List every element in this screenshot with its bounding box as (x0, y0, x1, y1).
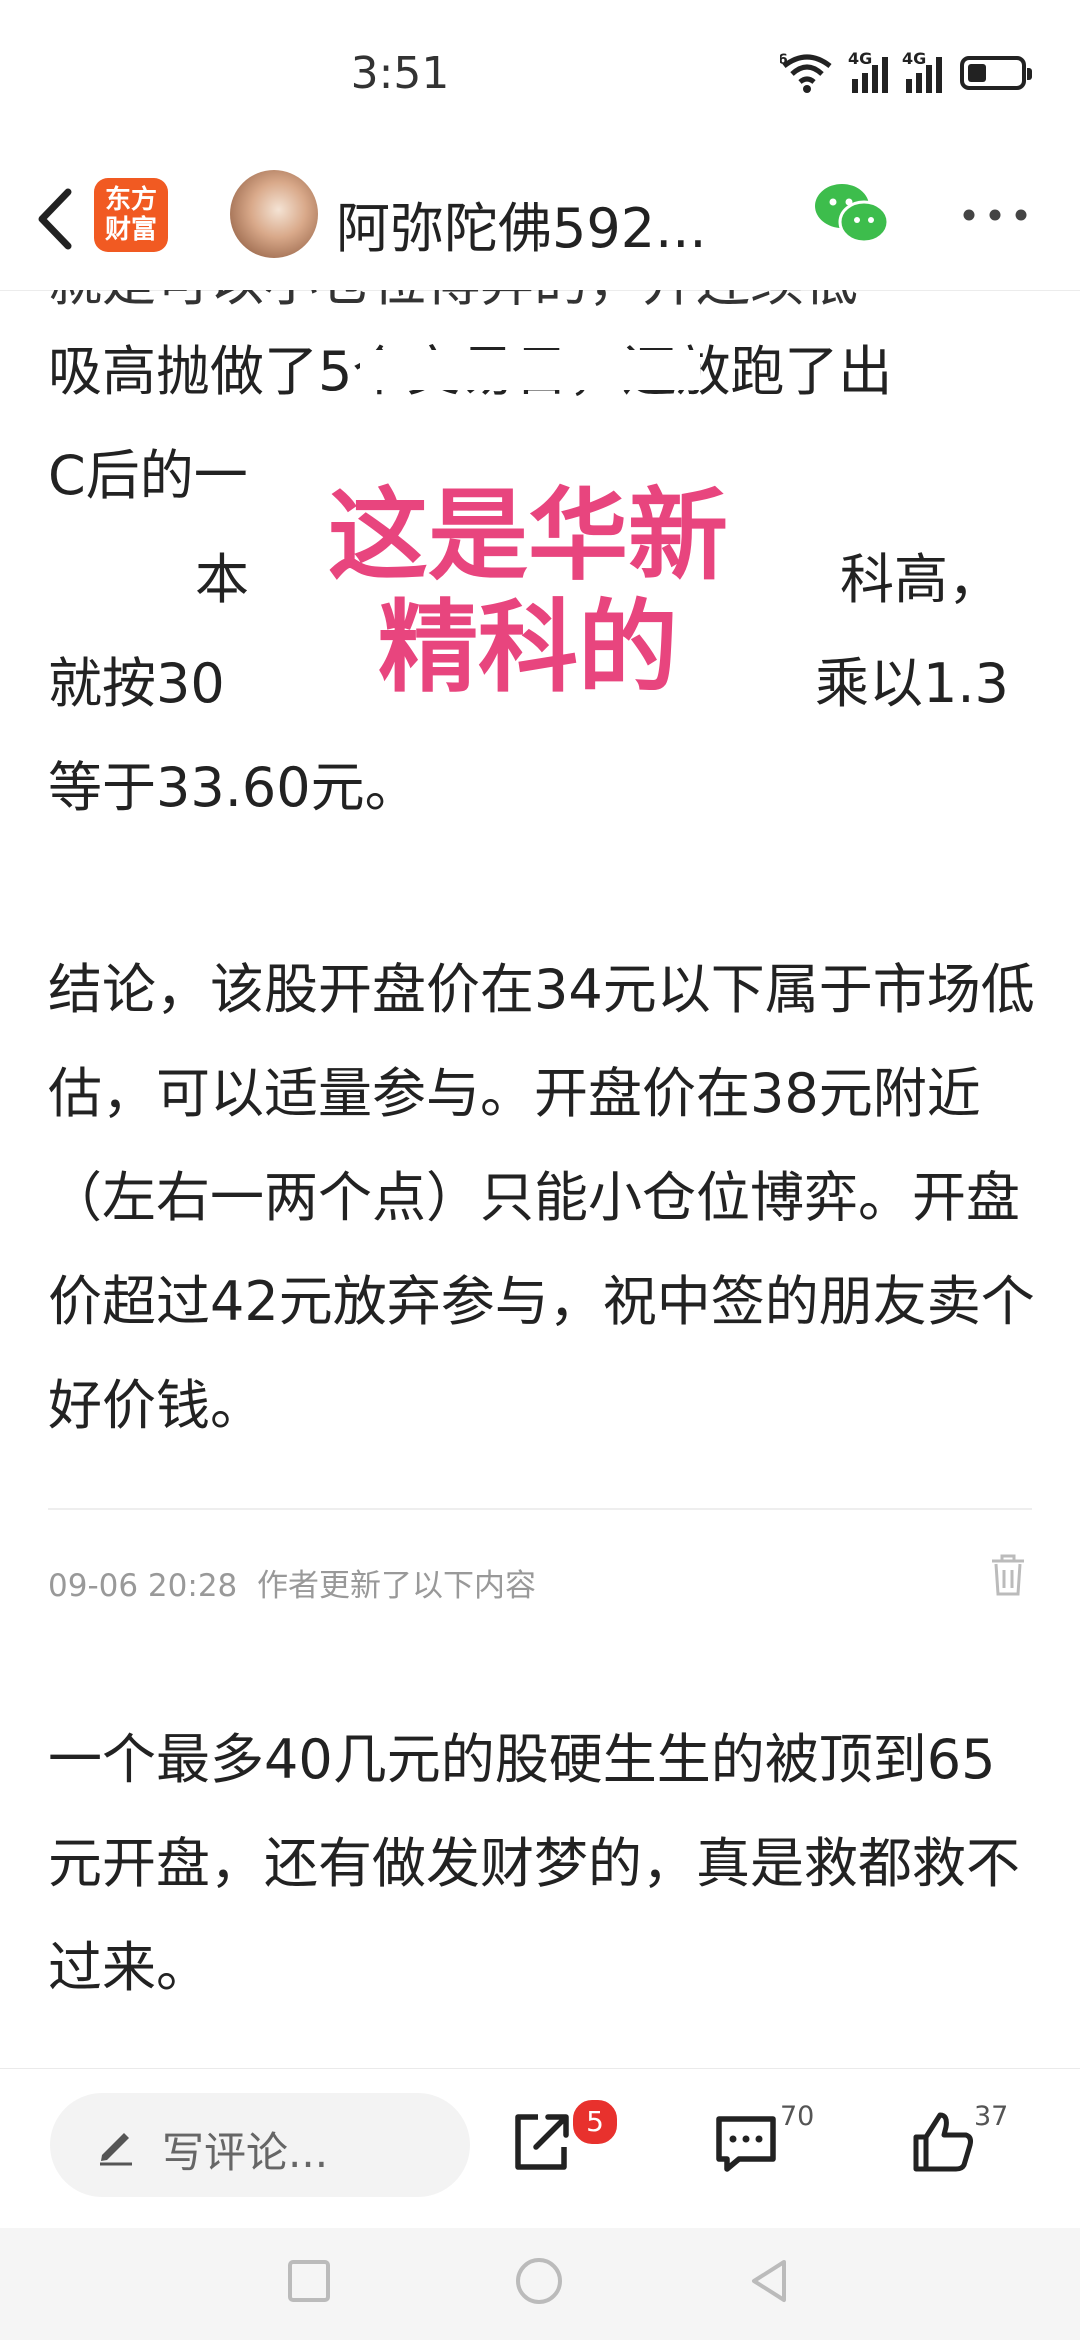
update-time: 09-06 20:28 (48, 1568, 238, 1604)
update-note: 作者更新了以下内容 (257, 1568, 536, 1604)
wifi-icon: 6 (780, 52, 832, 93)
recents-button[interactable] (284, 2256, 334, 2306)
article-line-4b: 乘以1.3 (815, 652, 1009, 715)
like-count: 37 (974, 2101, 1009, 2132)
pencil-icon (100, 2133, 132, 2166)
like-icon[interactable] (910, 2109, 976, 2175)
home-button[interactable] (514, 2256, 564, 2306)
signal-icon-sim2: 4G (902, 49, 942, 93)
battery-icon (960, 56, 1032, 90)
status-time: 3:51 (350, 48, 450, 99)
app-logo[interactable]: 东方 财富 (94, 178, 168, 252)
back-button[interactable] (26, 184, 86, 254)
overlay-mask-top (360, 350, 700, 390)
article-line-4a: 就按30 (48, 652, 225, 715)
article-line-3a: 本 (195, 548, 249, 611)
top-app-bar: 东方 财富 阿弥陀佛592... (0, 150, 1080, 291)
status-icons: 6 4G 4G (780, 49, 1032, 94)
comment-input[interactable]: 写评论... (50, 2093, 470, 2197)
system-nav-bar (0, 2228, 1080, 2340)
article-line-3b: 科高， (840, 548, 1002, 611)
overlay-annotation: 这是华新精科的 (328, 477, 728, 706)
svg-text:6: 6 (780, 52, 788, 68)
battery-level (968, 64, 986, 82)
trash-icon[interactable] (988, 1552, 1028, 1598)
share-badge: 5 (570, 2097, 620, 2147)
app-logo-line1: 东方 (104, 185, 157, 215)
author-name[interactable]: 阿弥陀佛592... (336, 184, 736, 263)
author-avatar[interactable] (230, 170, 318, 258)
article-line-5: 等于33.60元。 (48, 756, 419, 819)
conclusion-paragraph: 结论，该股开盘价在34元以下属于市场低估，可以适量参与。开盘价在38元附近（左右… (48, 958, 1035, 1437)
share-icon[interactable] (508, 2109, 574, 2175)
comment-icon[interactable] (713, 2109, 779, 2175)
app-logo-line2: 财富 (104, 215, 157, 245)
signal-icon-sim1: 4G (848, 49, 888, 93)
update-paragraph: 一个最多40几元的股硬生生的被顶到65元开盘，还有做发财梦的，真是救都救不过来。 (48, 1728, 1020, 1999)
article-body: 就是可以小仓位博弈的，并连续低 吸高抛做了5个交易日，还放跑了出 C后的一 本 … (0, 290, 1080, 2060)
back-nav-button[interactable] (744, 2256, 794, 2306)
update-header: 09-06 20:28 作者更新了以下内容 (48, 1560, 536, 1605)
more-options-icon[interactable] (955, 200, 1035, 230)
divider (48, 1508, 1032, 1510)
status-bar: 3:51 6 4G 4G (0, 0, 1080, 150)
bottom-action-bar: 写评论... 5 70 37 (0, 2068, 1080, 2229)
comment-placeholder: 写评论... (162, 2128, 329, 2177)
wechat-share-icon[interactable] (812, 180, 890, 250)
comment-count: 70 (780, 2101, 815, 2132)
